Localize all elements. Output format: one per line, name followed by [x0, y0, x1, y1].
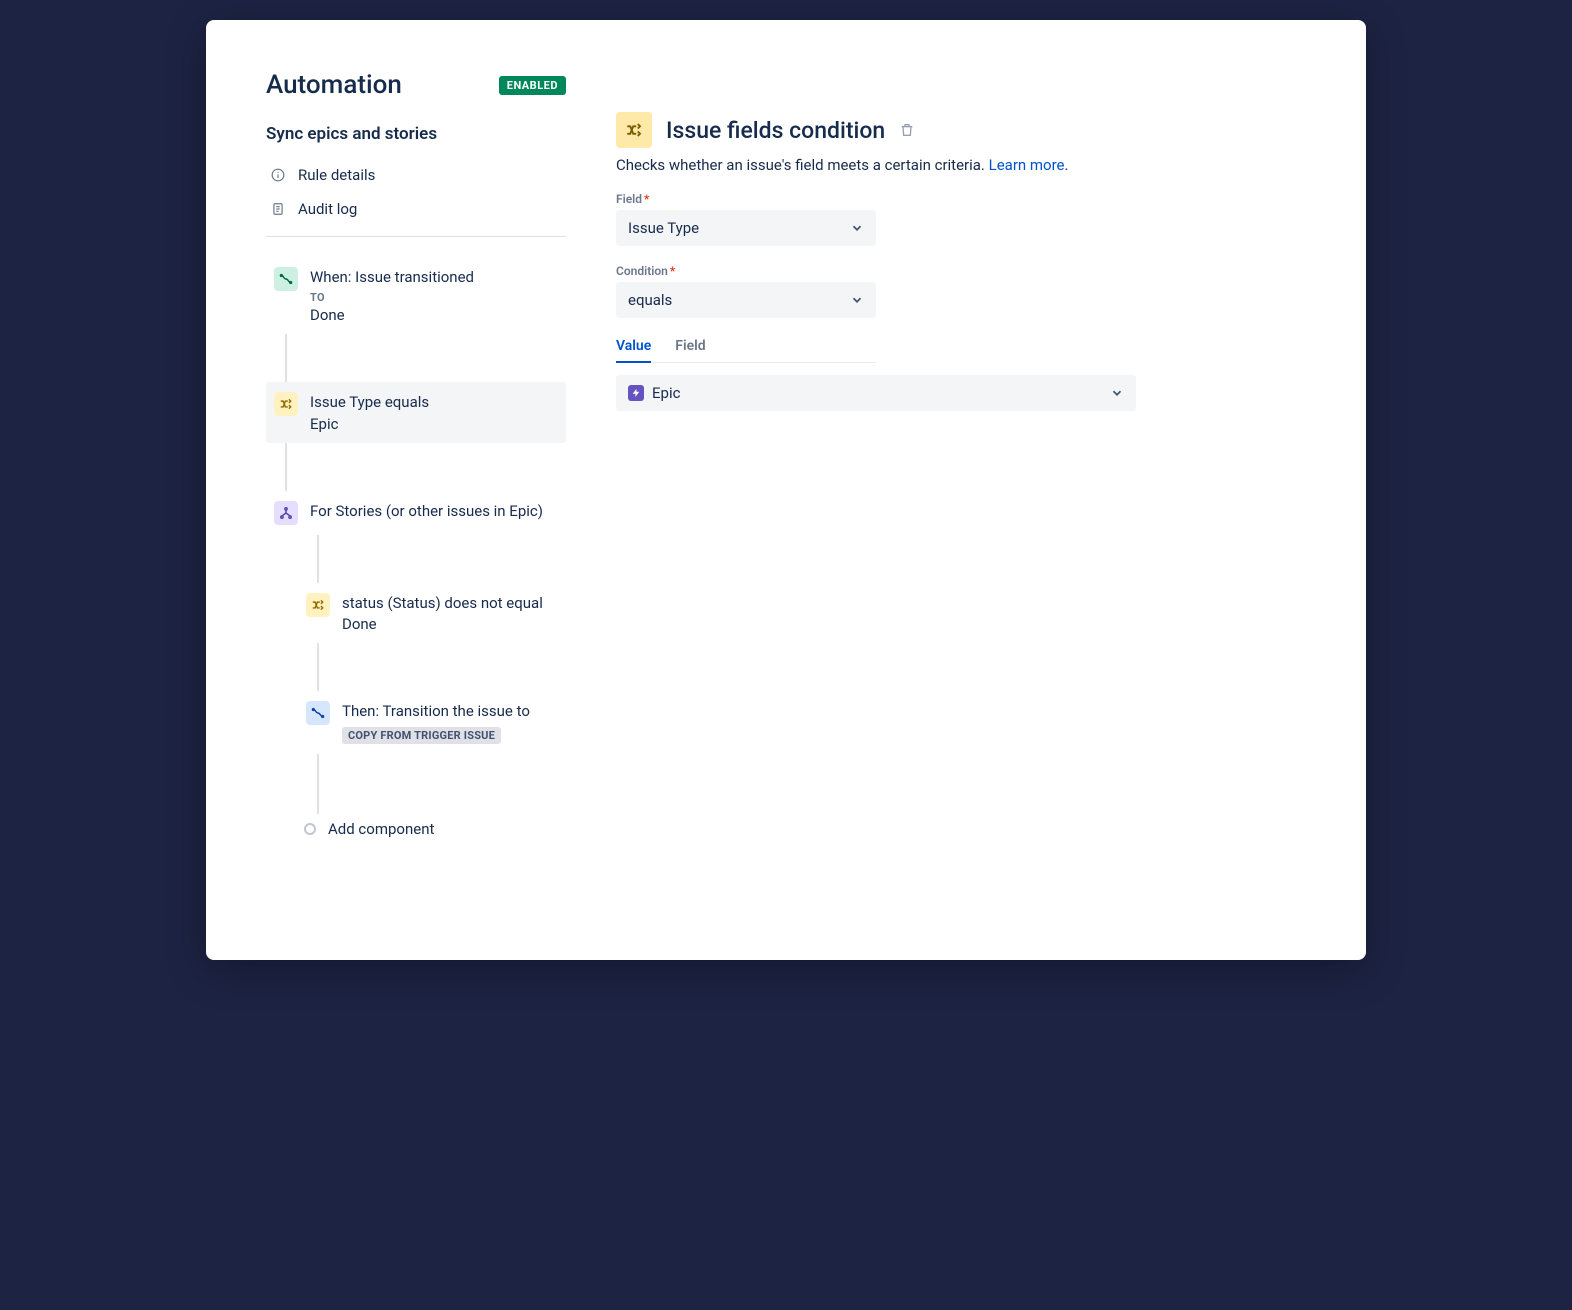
shuffle-icon	[274, 392, 298, 416]
rule-name: Sync epics and stories	[266, 124, 566, 144]
panel-head: Issue fields condition	[616, 112, 1306, 148]
step-sub-value: Done	[342, 615, 558, 633]
nav-rule-details[interactable]: Rule details	[266, 158, 566, 192]
step-body: Then: Transition the issue to COPY FROM …	[342, 701, 558, 744]
epic-icon	[628, 385, 644, 401]
enabled-badge: ENABLED	[499, 76, 566, 95]
connector	[317, 535, 319, 583]
trash-icon[interactable]	[899, 122, 915, 138]
panel-description: Checks whether an issue's field meets a …	[616, 156, 1306, 174]
step-sub-label: TO	[310, 291, 558, 304]
panel-desc-text: Checks whether an issue's field meets a …	[616, 156, 989, 174]
panel-title: Issue fields condition	[666, 117, 885, 144]
document-icon	[270, 201, 286, 217]
add-circle-icon	[304, 823, 316, 835]
nav-label: Audit log	[298, 200, 357, 218]
page-title: Automation	[266, 70, 402, 100]
chevron-down-icon	[850, 221, 864, 235]
field-label: Field*	[616, 192, 1306, 206]
step-condition-selected[interactable]: Issue Type equals Epic	[266, 382, 566, 442]
required-marker: *	[670, 264, 675, 278]
shuffle-icon	[306, 593, 330, 617]
branch-children: status (Status) does not equal Done Then…	[266, 535, 566, 845]
rule-flow: When: Issue transitioned TO Done Issue T…	[266, 257, 566, 844]
connector	[285, 334, 287, 382]
label-text: Field	[616, 192, 642, 206]
value-selected: Epic	[652, 384, 680, 402]
step-body: status (Status) does not equal Done	[342, 593, 558, 633]
add-component[interactable]: Add component	[298, 814, 566, 844]
step-inner-condition[interactable]: status (Status) does not equal Done	[298, 583, 566, 643]
label-text: Condition	[616, 264, 668, 278]
required-marker: *	[644, 192, 649, 206]
epic-chip: Epic	[628, 384, 680, 402]
transition-icon	[306, 701, 330, 725]
step-sub-value: Done	[310, 306, 558, 324]
step-body: Issue Type equals Epic	[310, 392, 558, 432]
step-title: Then: Transition the issue to	[342, 701, 558, 721]
step-title: status (Status) does not equal	[342, 593, 558, 613]
connector	[285, 443, 287, 491]
step-title: Issue Type equals	[310, 392, 558, 412]
info-icon	[270, 167, 286, 183]
header-row: Automation ENABLED	[266, 70, 566, 100]
condition-selected-value: equals	[628, 291, 672, 309]
value-select[interactable]: Epic	[616, 375, 1136, 411]
left-panel: Automation ENABLED Sync epics and storie…	[266, 70, 566, 910]
step-sub-value: Epic	[310, 415, 558, 433]
divider	[266, 236, 566, 237]
step-trigger[interactable]: When: Issue transitioned TO Done	[266, 257, 566, 334]
step-action[interactable]: Then: Transition the issue to COPY FROM …	[298, 691, 566, 754]
condition-label: Condition*	[616, 264, 1306, 278]
tab-field[interactable]: Field	[675, 336, 705, 362]
right-panel: Issue fields condition Checks whether an…	[616, 70, 1306, 910]
nav-audit-log[interactable]: Audit log	[266, 192, 566, 226]
condition-select[interactable]: equals	[616, 282, 876, 318]
nav-label: Rule details	[298, 166, 375, 184]
connector	[317, 754, 319, 814]
step-body: When: Issue transitioned TO Done	[310, 267, 558, 324]
step-body: For Stories (or other issues in Epic)	[310, 501, 558, 525]
value-tabs: Value Field	[616, 336, 876, 363]
tab-value[interactable]: Value	[616, 336, 651, 362]
connector	[317, 643, 319, 691]
copy-lozenge: COPY FROM TRIGGER ISSUE	[342, 727, 501, 744]
chevron-down-icon	[1110, 386, 1124, 400]
chevron-down-icon	[850, 293, 864, 307]
field-select[interactable]: Issue Type	[616, 210, 876, 246]
step-title: When: Issue transitioned	[310, 267, 558, 287]
step-branch[interactable]: For Stories (or other issues in Epic)	[266, 491, 566, 535]
learn-more-link[interactable]: Learn more	[989, 156, 1065, 174]
add-label: Add component	[328, 820, 434, 838]
trigger-icon	[274, 267, 298, 291]
step-title: For Stories (or other issues in Epic)	[310, 501, 558, 521]
shuffle-icon	[616, 112, 652, 148]
field-selected-value: Issue Type	[628, 219, 699, 237]
branch-icon	[274, 501, 298, 525]
automation-card: Automation ENABLED Sync epics and storie…	[206, 20, 1366, 960]
